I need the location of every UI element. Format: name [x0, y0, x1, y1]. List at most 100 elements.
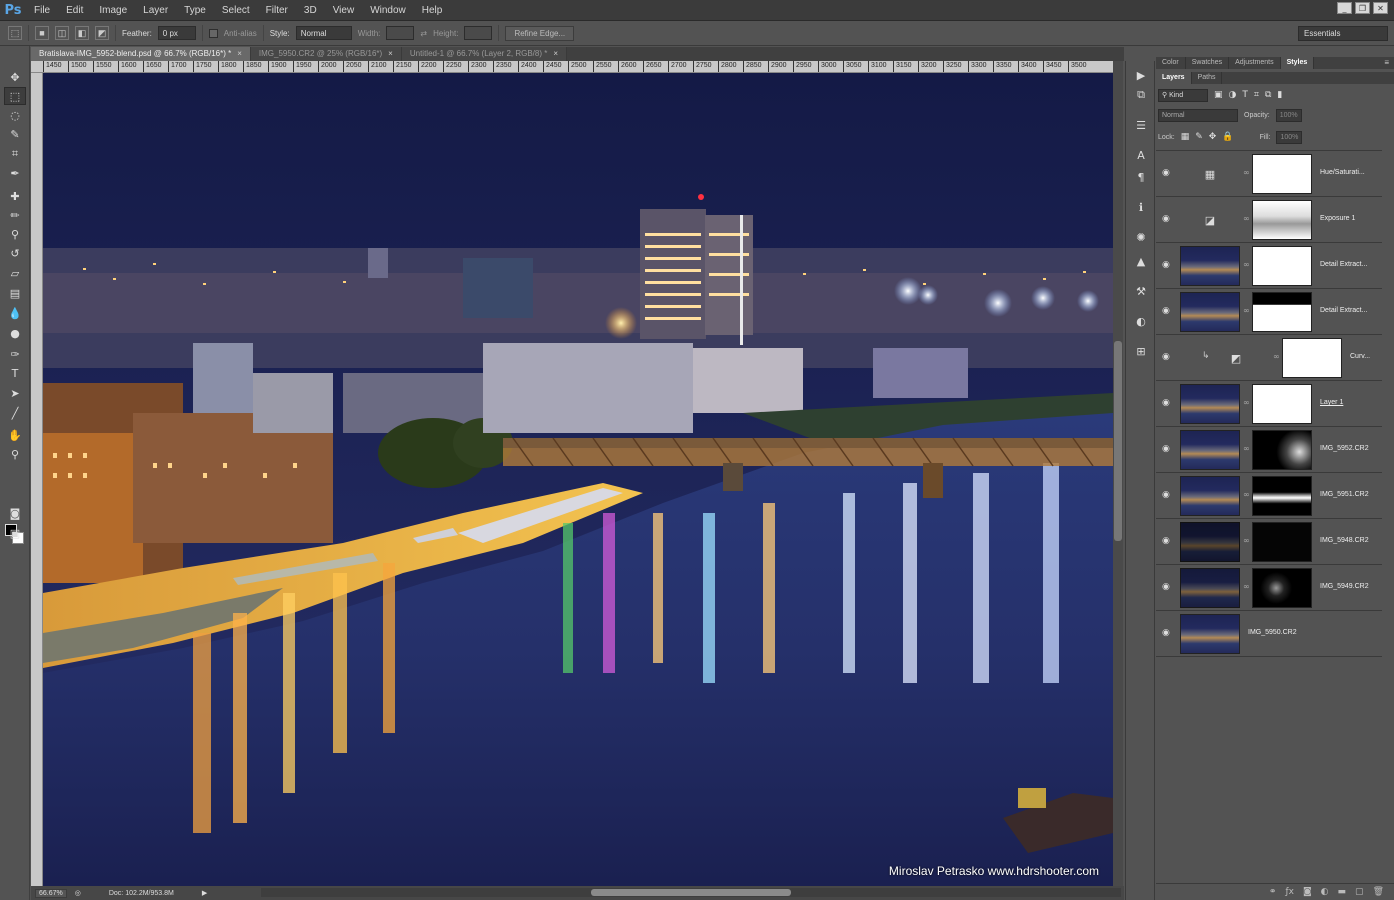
brush-tool-icon[interactable]: ✏ [4, 206, 26, 224]
lasso-tool-icon[interactable]: ◌ [4, 106, 26, 124]
healing-brush-tool-icon[interactable]: ✚ [4, 187, 26, 205]
chain-link-icon[interactable]: ∞ [1243, 260, 1250, 269]
layer-row[interactable]: ◉ ∞ IMG_5952.CR2 [1156, 427, 1382, 473]
smart-object-filter-icon[interactable]: ⧉ [1265, 90, 1271, 100]
menu-item-window[interactable]: Window [362, 0, 414, 21]
layer-row[interactable]: ◉ ∞ IMG_5949.CR2 [1156, 565, 1382, 611]
visibility-eye-icon[interactable]: ◉ [1162, 260, 1172, 270]
layer-mask-thumbnail[interactable] [1252, 200, 1312, 240]
type-tool-icon[interactable]: T [4, 364, 26, 382]
layer-mask-thumbnail[interactable] [1252, 384, 1312, 424]
history-icon[interactable]: ⧉ [1132, 87, 1150, 103]
history-brush-tool-icon[interactable]: ↺ [4, 244, 26, 262]
layer-thumbnail[interactable] [1180, 614, 1240, 654]
chain-link-icon[interactable]: ∞ [1243, 168, 1250, 177]
menu-item-select[interactable]: Select [214, 0, 258, 21]
new-selection-icon[interactable]: ■ [35, 26, 49, 40]
layer-row[interactable]: ◉ ∞ IMG_5948.CR2 [1156, 519, 1382, 565]
visibility-eye-icon[interactable]: ◉ [1162, 306, 1172, 316]
tab-paths[interactable]: Paths [1192, 72, 1223, 84]
fx-icon[interactable]: ƒx [1285, 887, 1294, 897]
layer-thumbnail[interactable] [1180, 476, 1240, 516]
clone-source-icon[interactable]: ⊞ [1132, 343, 1150, 359]
menu-item-layer[interactable]: Layer [135, 0, 176, 21]
add-mask-icon[interactable]: ◙ [1303, 887, 1312, 897]
layer-mask-thumbnail[interactable] [1282, 338, 1342, 378]
dodge-tool-icon[interactable]: ● [4, 324, 26, 342]
layer-row[interactable]: ◉ IMG_5950.CR2 [1156, 611, 1382, 657]
menu-item-view[interactable]: View [325, 0, 363, 21]
restore-button[interactable]: ❐ [1355, 2, 1370, 14]
fill-input[interactable]: 100% [1276, 130, 1303, 144]
gradient-tool-icon[interactable]: ▤ [4, 284, 26, 302]
tab-color[interactable]: Color [1156, 57, 1186, 69]
new-group-icon[interactable]: ▬ [1338, 887, 1347, 897]
close-tab-icon[interactable]: × [553, 49, 558, 58]
screen-mode-icon[interactable]: ▣ [4, 524, 26, 542]
link-layers-icon[interactable]: ⚭ [1269, 887, 1277, 897]
filter-toggle-icon[interactable]: ▮ [1277, 90, 1282, 100]
adjust-icon[interactable]: ✺ [1132, 229, 1150, 245]
width-input[interactable] [386, 26, 415, 40]
layer-mask-thumbnail[interactable] [1252, 430, 1312, 470]
info-icon[interactable]: ℹ [1132, 199, 1150, 215]
marquee-tool-icon[interactable]: ⬚ [4, 87, 26, 105]
intersect-selection-icon[interactable]: ◩ [95, 26, 109, 40]
histogram-icon[interactable]: ▲ [1132, 253, 1150, 269]
status-menu-arrow-icon[interactable]: ▶ [202, 889, 207, 897]
add-selection-icon[interactable]: ◫ [55, 26, 69, 40]
visibility-eye-icon[interactable]: ◉ [1162, 352, 1172, 362]
layer-mask-thumbnail[interactable] [1252, 476, 1312, 516]
vertical-scrollbar[interactable] [1113, 61, 1123, 887]
chain-link-icon[interactable]: ∞ [1243, 398, 1250, 407]
hand-tool-icon[interactable]: ✋ [4, 426, 26, 444]
character-icon[interactable]: A [1132, 147, 1150, 163]
new-layer-icon[interactable]: ▢ [1355, 887, 1364, 897]
lock-position-icon[interactable]: ✥ [1209, 132, 1217, 142]
workspace-select[interactable]: Essentials [1298, 26, 1388, 41]
layer-row[interactable]: ◉ ∞ IMG_5951.CR2 [1156, 473, 1382, 519]
subtract-selection-icon[interactable]: ◧ [75, 26, 89, 40]
chain-link-icon[interactable]: ∞ [1243, 536, 1250, 545]
tab-layers[interactable]: Layers [1156, 72, 1192, 84]
chain-link-icon[interactable]: ∞ [1273, 352, 1280, 361]
layer-mask-thumbnail[interactable] [1252, 154, 1312, 194]
tab-img-5950[interactable]: IMG_5950.CR2 @ 25% (RGB/16*) × [250, 47, 402, 61]
layer-mask-thumbnail[interactable] [1252, 568, 1312, 608]
blend-mode-select[interactable]: Normal [1158, 108, 1238, 122]
scrollbar-thumb[interactable] [591, 889, 791, 896]
lock-pixels-icon[interactable]: ✎ [1195, 132, 1203, 142]
chain-link-icon[interactable]: ∞ [1243, 582, 1250, 591]
tab-styles[interactable]: Styles [1280, 57, 1315, 69]
clone-stamp-tool-icon[interactable]: ⚲ [4, 225, 26, 243]
properties-icon[interactable]: ☰ [1132, 117, 1150, 133]
menu-item-type[interactable]: Type [176, 0, 214, 21]
visibility-eye-icon[interactable]: ◉ [1162, 582, 1172, 592]
close-tab-icon[interactable]: × [388, 49, 393, 58]
height-input[interactable] [464, 26, 493, 40]
path-selection-tool-icon[interactable]: ➤ [4, 384, 26, 402]
menu-item-image[interactable]: Image [91, 0, 135, 21]
quick-selection-tool-icon[interactable]: ✎ [4, 125, 26, 143]
anti-alias-checkbox[interactable] [208, 28, 218, 38]
minimize-button[interactable]: _ [1337, 2, 1352, 14]
visibility-eye-icon[interactable]: ◉ [1162, 214, 1172, 224]
opacity-input[interactable]: 100% [1275, 108, 1302, 122]
horizontal-scrollbar[interactable] [261, 888, 1121, 897]
type-filter-icon[interactable]: T [1242, 90, 1248, 100]
close-tab-icon[interactable]: × [237, 49, 242, 58]
layer-thumbnail[interactable] [1180, 568, 1240, 608]
visibility-eye-icon[interactable]: ◉ [1162, 168, 1172, 178]
menu-item-filter[interactable]: Filter [258, 0, 296, 21]
eraser-tool-icon[interactable]: ▱ [4, 264, 26, 282]
lock-all-icon[interactable]: 🔒 [1222, 132, 1233, 142]
tab-adjustments[interactable]: Adjustments [1229, 57, 1281, 69]
layer-mask-thumbnail[interactable] [1252, 522, 1312, 562]
layer-thumbnail[interactable] [1180, 384, 1240, 424]
quick-mask-icon[interactable]: ◙ [4, 504, 26, 522]
zoom-tool-icon[interactable]: ⚲ [4, 445, 26, 463]
navigator-icon[interactable]: ◐ [1132, 313, 1150, 329]
visibility-eye-icon[interactable]: ◉ [1162, 398, 1172, 408]
layer-row[interactable]: ◉ ↳ ◩ ∞ Curv... [1156, 335, 1382, 381]
layer-row[interactable]: ◉ ∞ Layer 1 [1156, 381, 1382, 427]
